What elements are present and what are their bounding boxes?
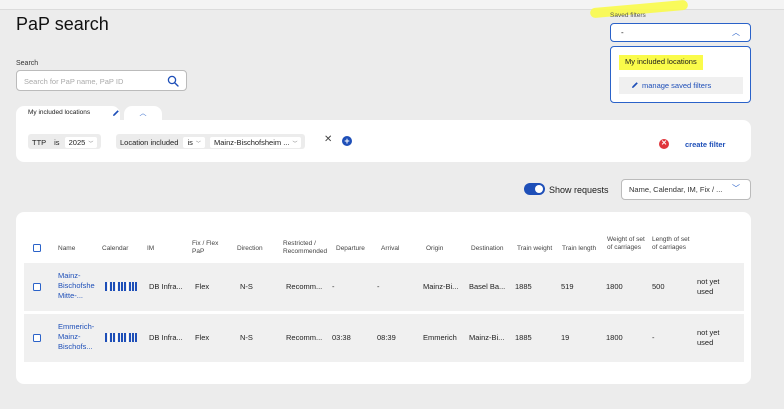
train-weight-cell: 1885	[515, 333, 532, 342]
status-cell: not yet used	[697, 277, 720, 296]
column-header[interactable]: Train weight	[517, 245, 552, 253]
column-header[interactable]: Destination	[471, 245, 504, 253]
column-header[interactable]: Restricted / Recommended	[283, 240, 331, 256]
column-header[interactable]: Length of set of carriages	[652, 236, 690, 252]
train-length-cell: 519	[561, 282, 574, 291]
row-checkbox[interactable]	[33, 283, 41, 291]
column-header[interactable]: Direction	[237, 245, 263, 253]
restricted-cell: Recomm...	[286, 282, 323, 291]
fix-flex-cell: Flex	[195, 282, 210, 291]
chevron-down-icon: ﹀	[732, 184, 740, 193]
remove-filter-icon[interactable]: ✕	[659, 139, 669, 149]
location-operator-value: is	[187, 138, 193, 147]
origin-cell: Mainz-Bi...	[423, 282, 459, 291]
chevron-down-icon: ﹀	[292, 141, 298, 147]
ttp-year-value: 2025	[68, 138, 86, 147]
column-header[interactable]: Arrival	[381, 245, 399, 253]
column-header[interactable]: Origin	[426, 245, 443, 253]
ttp-filter-chip: TTP is 2025 ﹀	[28, 134, 102, 149]
fix-flex-cell: Flex	[195, 333, 210, 342]
status-cell: not yet used	[697, 328, 720, 347]
destination-cell: Basel Ba...	[469, 282, 506, 291]
direction-cell: N-S	[240, 282, 253, 291]
direction-cell: N-S	[240, 333, 253, 342]
weight-set-cell: 1800	[606, 282, 623, 291]
weight-set-cell: 1800	[606, 333, 623, 342]
search-label: Search	[16, 60, 39, 67]
saved-filters-dropdown: My included locations manage saved filte…	[610, 46, 751, 103]
filter-panel: TTP is 2025 ﹀ Location included is ﹀ Mainz…	[16, 120, 751, 162]
collapse-filter-button[interactable]: ︿	[124, 106, 162, 120]
toggle-knob	[535, 185, 543, 193]
saved-filters-select[interactable]: - ︿	[610, 23, 751, 42]
location-value: Mainz-Bischofsheim ...	[214, 138, 290, 147]
column-header[interactable]: IM	[147, 245, 154, 253]
chevron-up-icon: ︿	[139, 110, 147, 117]
ttp-filter-field: TTP	[32, 138, 47, 147]
departure-cell: -	[332, 282, 335, 291]
search-icon[interactable]	[167, 75, 179, 87]
arrival-cell: 08:39	[377, 333, 396, 342]
destination-cell: Mainz-Bi...	[469, 333, 505, 342]
table-row[interactable]: Emmerich- Mainz- Bischofs... DB Infra... F…	[24, 314, 744, 362]
departure-cell: 03:38	[332, 333, 351, 342]
search-input[interactable]	[17, 72, 157, 91]
im-cell: DB Infra...	[149, 282, 183, 291]
pap-name-link[interactable]: Emmerich- Mainz- Bischofs...	[58, 322, 94, 352]
ttp-year-select[interactable]: 2025 ﹀	[64, 137, 98, 148]
train-length-cell: 19	[561, 333, 570, 342]
column-header[interactable]: Fix / Flex PaP	[192, 240, 232, 256]
page-title: PaP search	[16, 14, 109, 34]
add-filter-icon[interactable]: +	[342, 136, 352, 146]
arrival-cell: -	[377, 282, 380, 291]
column-header[interactable]: Weight of set of carriages	[607, 236, 645, 252]
close-icon[interactable]: ✕	[324, 134, 332, 145]
show-requests-toggle[interactable]	[524, 183, 545, 195]
columns-select-value: Name, Calendar, IM, Fix / ...	[629, 185, 723, 194]
column-header[interactable]: Departure	[336, 245, 365, 253]
manage-saved-filters-button[interactable]: manage saved filters	[619, 77, 743, 94]
column-header[interactable]: Name	[58, 245, 75, 253]
columns-select[interactable]: Name, Calendar, IM, Fix / ... ﹀	[621, 179, 751, 200]
search-box	[16, 70, 187, 91]
length-set-cell: -	[652, 333, 655, 342]
chevron-down-icon: ﹀	[88, 141, 94, 147]
location-operator-select[interactable]: is ﹀	[183, 137, 205, 148]
show-requests-label: Show requests	[549, 185, 609, 195]
manage-saved-filters-label: manage saved filters	[642, 81, 712, 90]
length-set-cell: 500	[652, 282, 665, 291]
column-header[interactable]: Train length	[562, 245, 596, 253]
train-weight-cell: 1885	[515, 282, 532, 291]
pencil-icon	[632, 82, 638, 88]
chevron-up-icon: ︿	[732, 28, 740, 37]
saved-filters-value: -	[621, 28, 624, 37]
location-filter-field: Location included	[120, 138, 179, 147]
restricted-cell: Recomm...	[286, 333, 323, 342]
origin-cell: Emmerich	[423, 333, 457, 342]
create-filter-button[interactable]: create filter	[685, 140, 725, 149]
ttp-filter-operator: is	[54, 138, 60, 147]
chevron-down-icon: ﹀	[195, 141, 201, 147]
results-table: Name Calendar IM Fix / Flex PaP Directio…	[16, 212, 751, 384]
saved-filters-label: Saved filters	[610, 12, 646, 19]
location-value-select[interactable]: Mainz-Bischofsheim ... ﹀	[210, 137, 302, 148]
table-row[interactable]: Mainz- Bischofshe Mitte-... DB Infra... Fl…	[24, 263, 744, 311]
im-cell: DB Infra...	[149, 333, 183, 342]
calendar-bar[interactable]	[105, 282, 137, 291]
location-filter-chip: Location included is ﹀ Mainz-Bischofsheim…	[116, 134, 306, 149]
calendar-bar[interactable]	[105, 333, 137, 342]
row-checkbox[interactable]	[33, 334, 41, 342]
select-all-checkbox[interactable]	[33, 244, 41, 252]
saved-filter-option[interactable]: My included locations	[619, 55, 703, 70]
pap-name-link[interactable]: Mainz- Bischofshe Mitte-...	[58, 271, 95, 301]
pencil-icon[interactable]	[112, 109, 120, 117]
column-header[interactable]: Calendar	[102, 245, 128, 253]
filter-tab-label[interactable]: My included locations	[16, 106, 120, 120]
